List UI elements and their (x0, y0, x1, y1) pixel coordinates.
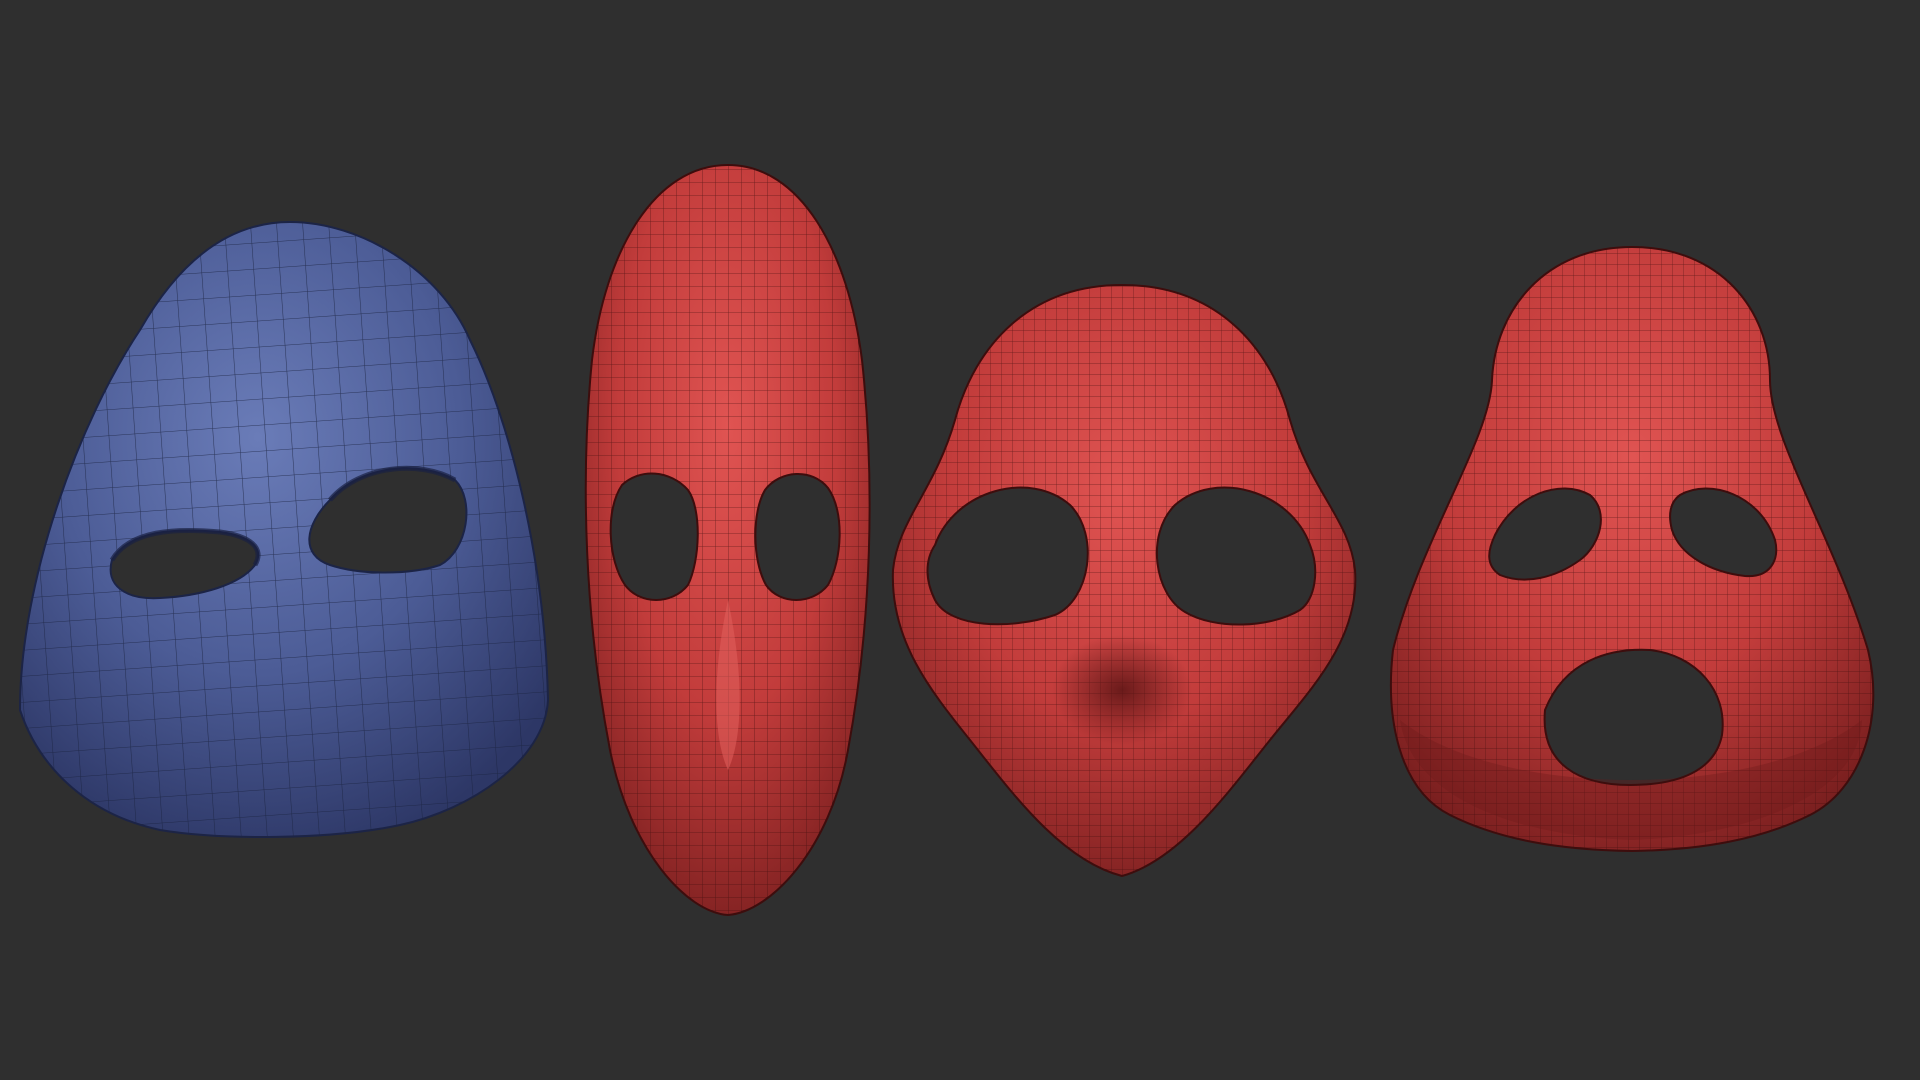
mask-red-round[interactable] (891, 284, 1357, 877)
mask-blue-coarse[interactable] (19, 221, 549, 838)
mask-red-mouth[interactable] (1389, 246, 1875, 852)
mask-scene (19, 164, 1875, 916)
mask-red-long[interactable] (584, 164, 871, 916)
viewport-canvas[interactable] (0, 0, 1920, 1080)
